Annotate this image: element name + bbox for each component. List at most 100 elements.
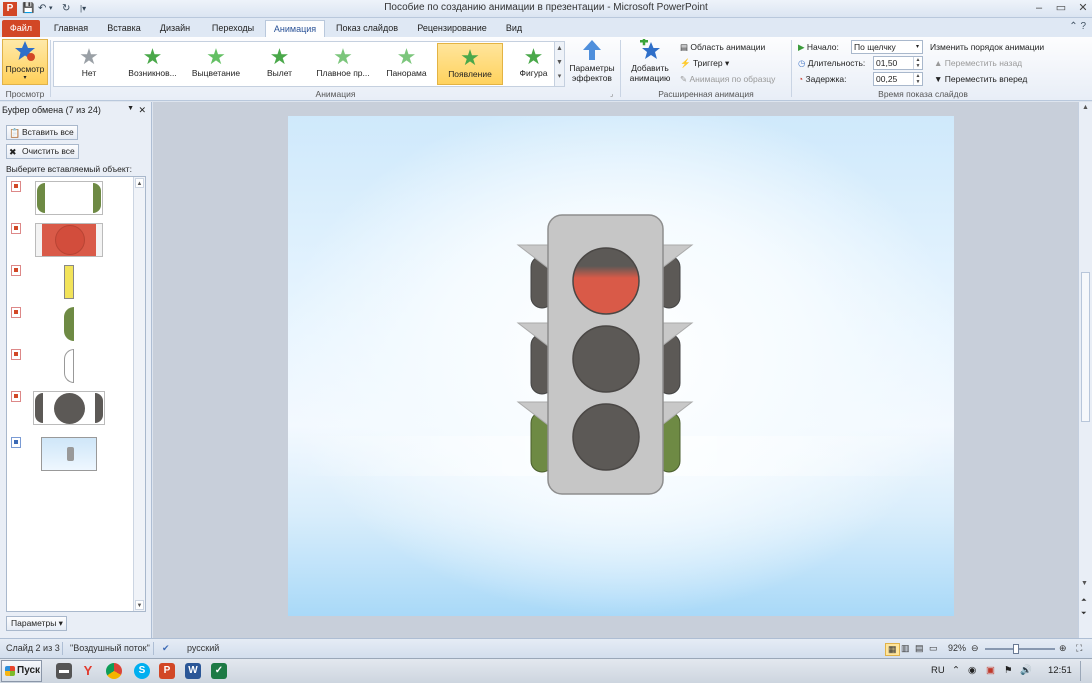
preview-button[interactable]: Просмотр ▾	[2, 39, 48, 85]
scroll-down-icon[interactable]: ▼	[1081, 580, 1088, 587]
start-button[interactable]: Пуск	[1, 660, 42, 682]
clip-item[interactable]	[7, 263, 135, 303]
group-animation-label: Анимация	[315, 89, 356, 99]
minimize-icon[interactable]: –	[1030, 1, 1048, 16]
trigger-button[interactable]: ⚡ Триггер ▾	[680, 56, 729, 70]
excel-icon[interactable]: ✓	[211, 663, 227, 679]
traffic-light[interactable]	[288, 116, 954, 616]
ribbon-separator	[791, 40, 792, 97]
skype-icon[interactable]: S	[134, 663, 150, 679]
triangle-down-icon: ▼	[934, 74, 945, 84]
flag-icon[interactable]: ⚑	[1004, 665, 1013, 676]
paste-all-button[interactable]: 📋 Вставить все	[6, 125, 78, 140]
scroll-thumb[interactable]	[1081, 272, 1090, 422]
zoom-level[interactable]: 92%	[948, 643, 966, 653]
start-select[interactable]: По щелчку ▾	[851, 40, 923, 54]
ribbon-tabs: Файл Главная Вставка Дизайн Переходы Ани…	[0, 18, 1092, 37]
clip-item[interactable]	[7, 305, 135, 345]
animation-item[interactable]: ★ Появление	[437, 43, 503, 85]
options-button[interactable]: Параметры ▾	[6, 616, 67, 631]
word-icon[interactable]: W	[185, 663, 201, 679]
tray-icon[interactable]: ◉	[968, 665, 976, 676]
clip-item[interactable]	[7, 179, 135, 219]
network-icon[interactable]: ▣	[986, 665, 995, 676]
clip-thumbnail	[35, 181, 103, 215]
animation-star-icon: ★	[460, 45, 480, 70]
maximize-icon[interactable]: ▭	[1052, 1, 1070, 16]
animation-label: Выцветание	[191, 68, 241, 78]
animation-item[interactable]: ★ Панорама	[374, 43, 440, 85]
clip-item[interactable]	[7, 435, 135, 475]
move-back-button[interactable]: ▲ Переместить назад	[934, 56, 1022, 70]
tab-view[interactable]: Вид	[498, 20, 530, 37]
scroll-up-icon[interactable]: ▲	[135, 178, 144, 188]
volume-icon[interactable]: 🔊	[1020, 665, 1032, 676]
normal-view-icon[interactable]: ▦	[885, 643, 900, 656]
clock[interactable]: 12:51	[1048, 665, 1072, 676]
effect-params-button[interactable]: Параметры эффектов	[566, 39, 618, 87]
zoom-slider[interactable]	[985, 648, 1055, 650]
tab-slideshow[interactable]: Показ слайдов	[329, 20, 405, 37]
taskbar: Пуск ▬ Y S P W ✓ RU ⌃ ◉ ▣ ⚑ 🔊 12:51	[0, 658, 1092, 683]
clipboard-scrollbar[interactable]: ▲ ▼	[133, 177, 145, 611]
tab-home[interactable]: Главная	[46, 20, 96, 37]
tab-review[interactable]: Рецензирование	[409, 20, 495, 37]
animation-item[interactable]: ★ Возникнов...	[120, 43, 186, 85]
stepper-arrows-icon[interactable]: ▲ ▼	[913, 57, 922, 69]
language-indicator[interactable]: русский	[187, 643, 219, 653]
title-bar: P 💾 ↶ ▾ ↻ |▾ Пособие по созданию анимаци…	[0, 0, 1092, 18]
yandex-icon[interactable]: Y	[80, 663, 96, 679]
animation-item[interactable]: ★ Выцветание	[183, 43, 249, 85]
animation-painter-button[interactable]: ✎ Анимация по образцу	[680, 72, 775, 86]
clip-item[interactable]	[7, 347, 135, 387]
reading-view-icon[interactable]: ▤	[915, 643, 924, 654]
show-desktop-icon[interactable]: ▬	[56, 663, 72, 679]
tab-animations[interactable]: Анимация	[265, 20, 325, 37]
clear-all-button[interactable]: ✖ Очистить все	[6, 144, 79, 159]
slide-sorter-icon[interactable]: ▥	[901, 643, 910, 654]
scroll-down-icon[interactable]: ▼	[135, 600, 144, 610]
dialog-launcher-icon[interactable]: ⌟	[610, 90, 613, 98]
animation-item[interactable]: ★ Нет	[56, 43, 122, 85]
add-animation-label: Добавить анимацию	[629, 63, 671, 83]
zoom-out-icon[interactable]: ⊖	[971, 643, 979, 654]
tab-insert[interactable]: Вставка	[100, 20, 148, 37]
stepper-arrows-icon[interactable]: ▲ ▼	[913, 73, 922, 85]
animation-item[interactable]: ★ Вылет	[247, 43, 313, 85]
gallery-scroll[interactable]: ▲ ▼ ▾	[554, 42, 564, 86]
delay-stepper[interactable]: 00,25 ▲ ▼	[873, 72, 923, 86]
ribbon-separator	[50, 40, 51, 97]
group-timing-label: Время показа слайдов	[878, 89, 968, 99]
language-indicator[interactable]: RU	[931, 665, 945, 676]
scroll-up-icon[interactable]: ▲	[1082, 104, 1089, 111]
slideshow-view-icon[interactable]: ▭	[929, 643, 938, 654]
spellcheck-icon[interactable]: ✔	[162, 643, 170, 654]
animation-item[interactable]: ★ Плавное пр...	[310, 43, 376, 85]
fit-to-window-icon[interactable]: ⛶	[1076, 643, 1082, 654]
zoom-slider-knob[interactable]	[1013, 644, 1019, 654]
tab-file[interactable]: Файл	[2, 20, 40, 37]
chrome-icon[interactable]	[106, 663, 122, 679]
move-forward-button[interactable]: ▼ Переместить вперед	[934, 72, 1027, 86]
duration-stepper[interactable]: 01,50 ▲ ▼	[873, 56, 923, 70]
animation-area-button[interactable]: ▤ Область анимации	[680, 40, 765, 54]
add-animation-button[interactable]: Добавить анимацию	[624, 39, 676, 87]
close-icon[interactable]: ✕	[1074, 1, 1092, 16]
next-slide-icon[interactable]: ⏷	[1081, 610, 1087, 618]
pane-close-icon[interactable]: ✕	[138, 105, 146, 116]
theme-name[interactable]: "Воздушный поток"	[70, 643, 150, 653]
pane-menu-icon[interactable]: ▼	[127, 105, 134, 112]
tray-expand-icon[interactable]: ⌃	[952, 665, 960, 676]
tab-transitions[interactable]: Переходы	[204, 20, 262, 37]
prev-slide-icon[interactable]: ⏶	[1081, 597, 1087, 605]
clip-item[interactable]	[7, 221, 135, 261]
ribbon-separator	[620, 40, 621, 97]
show-desktop-button[interactable]	[1080, 661, 1091, 681]
tab-design[interactable]: Дизайн	[152, 20, 198, 37]
slide-canvas[interactable]	[288, 116, 954, 616]
zoom-in-icon[interactable]: ⊕	[1059, 643, 1067, 654]
help-icon[interactable]: ⌃ ?	[1069, 21, 1086, 32]
clip-item[interactable]	[7, 389, 135, 429]
edit-scrollbar[interactable]: ▲ ▼ ⏶ ⏷	[1078, 102, 1092, 638]
powerpoint-icon[interactable]: P	[159, 663, 175, 679]
